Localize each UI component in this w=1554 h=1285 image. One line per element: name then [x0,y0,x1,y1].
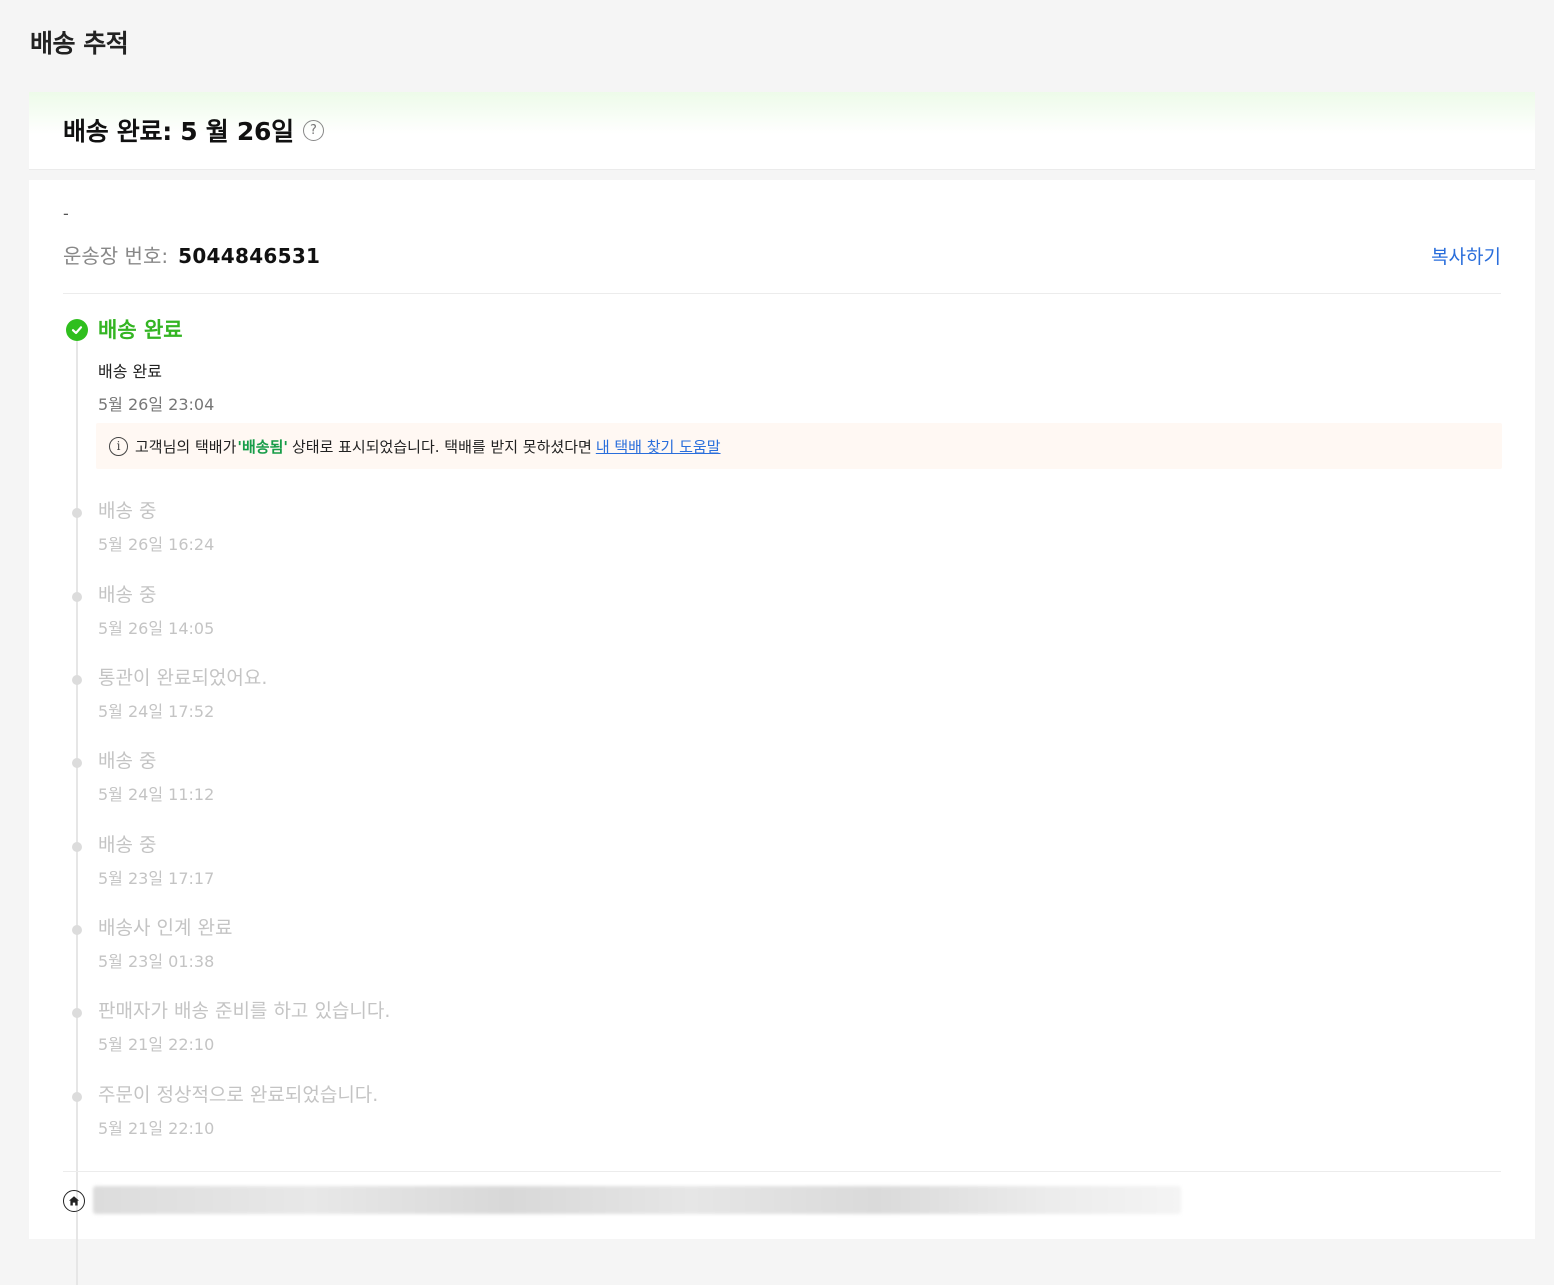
tracking-row: 운송장 번호: 5044846531 복사하기 [63,240,1501,269]
timeline-event: 배송 중 5월 26일 14:05 [29,580,1029,650]
event-time: 5월 26일 16:24 [98,535,215,554]
event-title: 배송 중 [98,584,157,606]
timeline-dot [72,592,82,602]
info-circle-icon: i [109,436,128,456]
timeline-dot [72,675,82,685]
delivery-status-headline: 배송 완료: 5 월 26일 ? [63,112,324,148]
event-title: 판매자가 배송 준비를 하고 있습니다. [98,1000,391,1022]
timeline-event: 배송 중 5월 26일 16:24 [29,496,1029,566]
notice-prefix: 고객님의 택배가 [135,437,237,456]
event-title: 주문이 정상적으로 완료되었습니다. [98,1084,379,1106]
page-title: 배송 추적 [30,29,129,58]
timeline-dot [72,1092,82,1102]
timeline-dot [72,925,82,935]
home-icon [63,1190,85,1212]
event-time: 5월 21일 22:10 [98,1035,215,1054]
event-title: 배송 중 [98,750,157,772]
address-redacted [93,1186,1181,1214]
current-event-time: 5월 26일 23:04 [98,395,215,414]
event-title: 배송 중 [98,834,157,856]
check-circle-icon [66,319,88,341]
event-title: 배송사 인계 완료 [98,917,233,939]
timeline-dot [72,842,82,852]
tracking-label: 운송장 번호: [63,244,169,268]
divider [63,1171,1501,1172]
event-title: 통관이 완료되었어요. [98,667,268,689]
delivery-status-text: 배송 완료: 5 월 26일 [63,117,294,146]
delivery-notice: i 고객님의 택배가 '배송됨' 상태로 표시되었습니다. 택배를 받지 못하셨… [96,423,1502,469]
tracking-card: - 운송장 번호: 5044846531 복사하기 배송 완료 배송 완료 5월… [29,180,1535,1285]
current-event-title: 배송 완료 [98,318,183,342]
notice-middle: 상태로 표시되었습니다. 택배를 받지 못하셨다면 [291,437,592,456]
timeline-dot [72,1008,82,1018]
timeline-dot [72,758,82,768]
find-package-help-link[interactable]: 내 택배 찾기 도움말 [596,436,721,457]
current-event-description: 배송 완료 [98,362,162,381]
timeline-dot [72,508,82,518]
event-time: 5월 23일 01:38 [98,952,215,971]
question-circle-icon[interactable]: ? [302,119,324,141]
timeline-event: 배송 중 5월 23일 17:17 [29,830,1029,900]
carrier-name: - [63,204,69,223]
timeline-event: 주문이 정상적으로 완료되었습니다. 5월 21일 22:10 [29,1080,1029,1150]
event-title: 배송 중 [98,500,157,522]
event-time: 5월 24일 17:52 [98,702,215,721]
timeline-event: 배송 중 5월 24일 11:12 [29,746,1029,816]
divider [63,293,1501,294]
event-time: 5월 26일 14:05 [98,619,215,638]
event-time: 5월 23일 17:17 [98,869,215,888]
event-time: 5월 21일 22:10 [98,1119,215,1138]
timeline-event: 통관이 완료되었어요. 5월 24일 17:52 [29,663,1029,733]
delivery-status-card: 배송 완료: 5 월 26일 ? [29,92,1535,169]
event-time: 5월 24일 11:12 [98,785,215,804]
tracking-number: 5044846531 [178,244,321,268]
notice-status-highlight: '배송됨' [237,437,288,456]
copy-button[interactable]: 복사하기 [1431,242,1501,269]
timeline-event: 배송사 인계 완료 5월 23일 01:38 [29,913,1029,983]
timeline-event: 판매자가 배송 준비를 하고 있습니다. 5월 21일 22:10 [29,996,1029,1066]
